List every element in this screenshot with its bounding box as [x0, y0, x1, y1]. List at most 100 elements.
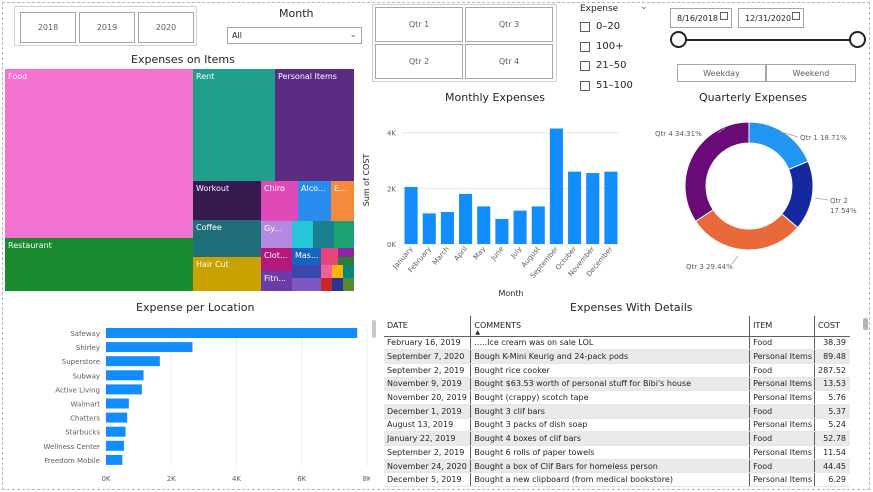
expense-option-100-plus[interactable]: 100+ — [580, 41, 623, 52]
weekday-button[interactable]: Weekday — [677, 64, 766, 82]
checkbox[interactable] — [580, 41, 590, 52]
quarter-button-q2[interactable]: Qtr 2 — [375, 44, 463, 79]
treemap-tile-small-12[interactable] — [321, 278, 332, 291]
date-slider-track[interactable] — [678, 39, 858, 41]
date-slider-start-handle[interactable] — [670, 31, 687, 48]
date-slider-end-handle[interactable] — [849, 31, 866, 48]
treemap-tile-restaurant[interactable]: Restaurant — [5, 238, 193, 291]
expense-option-51-100[interactable]: 51–100 — [580, 80, 633, 91]
treemap-tile-small-14[interactable] — [343, 278, 354, 291]
column-header-date[interactable]: DATE — [384, 316, 471, 337]
treemap-tile-small-11[interactable] — [343, 265, 354, 278]
bar-freedom-mobile[interactable] — [106, 454, 123, 465]
calendar-icon[interactable] — [720, 12, 728, 20]
treemap-tile-workout[interactable]: Workout — [193, 181, 261, 220]
donut-slice-qtr-3[interactable] — [694, 209, 799, 251]
treemap-tile-fitness[interactable]: Fitn... — [261, 271, 292, 291]
column-header-comments[interactable]: COMMENTS ▲ — [470, 316, 750, 337]
bar-superstore[interactable] — [106, 356, 160, 367]
calendar-icon[interactable] — [792, 12, 800, 20]
sort-ascending-icon[interactable]: ▲ — [475, 329, 480, 336]
year-button-2019[interactable]: 2019 — [79, 12, 135, 43]
bar-chatters[interactable] — [106, 412, 128, 423]
checkbox[interactable] — [580, 21, 590, 32]
bar-shirley[interactable] — [106, 342, 193, 353]
table-row[interactable]: January 22, 2019 Bought 4 boxes of clif b… — [384, 431, 850, 446]
cell-comments: .....Ice cream was on sale LOL — [470, 336, 750, 351]
quarter-button-q4[interactable]: Qtr 4 — [465, 44, 553, 79]
treemap-tile-gym[interactable]: Gy... — [261, 221, 292, 248]
bar-august[interactable] — [531, 206, 545, 244]
table-row[interactable]: December 5, 2019 Bought a new clipboard (… — [384, 472, 850, 488]
month-dropdown[interactable]: All ⌄ — [227, 27, 362, 44]
treemap-tile-rent[interactable]: Rent — [193, 69, 275, 181]
bar-february[interactable] — [422, 213, 436, 244]
treemap-tile-small-10[interactable] — [332, 265, 343, 278]
treemap-tile-small-2[interactable] — [313, 221, 334, 248]
treemap-tile-coffee[interactable]: Coffee — [193, 220, 261, 257]
bar-safeway[interactable] — [106, 328, 358, 338]
treemap-tile-personal-items[interactable]: Personal Items — [275, 69, 354, 181]
year-button-2018[interactable]: 2018 — [20, 12, 76, 43]
expense-option-21-50[interactable]: 21–50 — [580, 60, 626, 71]
treemap-tile-clothing[interactable]: Clot... — [261, 248, 292, 271]
bar-subway[interactable] — [106, 370, 144, 381]
bar-october[interactable] — [568, 171, 582, 244]
treemap-tile-small-13[interactable] — [332, 278, 343, 291]
bar-wellness-center[interactable] — [106, 440, 124, 451]
column-header-cost[interactable]: COST — [813, 316, 850, 337]
table-scrollbar[interactable] — [863, 318, 868, 330]
treemap-tile-small-5[interactable] — [338, 248, 354, 257]
weekend-button[interactable]: Weekend — [766, 64, 856, 82]
table-row[interactable]: February 16, 2019 .....Ice cream was on s… — [384, 336, 850, 351]
quarter-button-q1[interactable]: Qtr 1 — [375, 7, 463, 42]
x-tick-label: April — [453, 245, 469, 262]
treemap-tile-chiro[interactable]: Chiro — [261, 181, 298, 221]
bar-june[interactable] — [495, 218, 509, 244]
bar-november[interactable] — [586, 173, 600, 244]
table-row[interactable]: November 24, 2020 Bought a box of Clif Ba… — [384, 459, 850, 474]
option-label: 100+ — [596, 41, 624, 52]
treemap-tile-small-1[interactable] — [292, 221, 313, 248]
bar-july[interactable] — [513, 210, 527, 244]
treemap-tile-small-9[interactable] — [321, 265, 332, 278]
treemap-tile-small-7[interactable] — [292, 265, 321, 278]
treemap-tile-food[interactable]: Food — [5, 69, 193, 238]
bar-march[interactable] — [440, 212, 454, 244]
quarter-button-q3[interactable]: Qtr 3 — [465, 7, 553, 42]
bar-may[interactable] — [477, 206, 491, 244]
end-date-input[interactable]: 12/31/2020 — [738, 8, 804, 28]
donut-slice-qtr-1[interactable] — [748, 121, 809, 171]
table-row[interactable]: September 2, 2019 Bought 6 rolls of paper… — [384, 445, 850, 460]
bar-walmart[interactable] — [106, 398, 129, 409]
table-row[interactable]: September 7, 2020 Bough K-Mini Keurig and… — [384, 349, 850, 364]
bar-starbucks[interactable] — [106, 426, 126, 437]
treemap-tile-small-4[interactable] — [321, 248, 338, 265]
treemap-tile-alcohol[interactable]: Alco... — [298, 181, 331, 221]
chevron-down-icon[interactable]: ⌄ — [640, 2, 648, 12]
table-row[interactable]: December 1, 2019 Bought 3 clif bars Food 5.… — [384, 404, 850, 419]
treemap-tile-small-8[interactable] — [292, 278, 321, 291]
expense-option-0-20[interactable]: 0–20 — [580, 21, 620, 32]
table-row[interactable]: August 13, 2019 Bought 3 packs of dish so… — [384, 418, 850, 433]
table-row[interactable]: November 9, 2019 Bought $63.53 worth of p… — [384, 377, 850, 392]
start-date-input[interactable]: 8/16/2018 — [670, 8, 732, 28]
bar-active-living[interactable] — [106, 384, 142, 395]
checkbox[interactable] — [580, 80, 590, 91]
treemap-tile-hair-cut[interactable]: Hair Cut — [193, 257, 261, 291]
checkbox[interactable] — [580, 60, 590, 71]
column-header-item[interactable]: ITEM — [749, 316, 815, 337]
year-button-2020[interactable]: 2020 — [138, 12, 194, 43]
table-row[interactable]: September 2, 2019 Bought rice cooker Food 2… — [384, 363, 850, 378]
bar-december[interactable] — [604, 171, 618, 244]
y-axis-title: Sum of COST — [362, 154, 371, 207]
bar-january[interactable] — [404, 186, 418, 244]
treemap-tile-small-6[interactable] — [338, 257, 354, 265]
treemap-tile-massage[interactable]: Mas... — [292, 248, 321, 265]
table-scrollbar-left[interactable] — [372, 320, 376, 338]
bar-april[interactable] — [459, 193, 473, 244]
bar-september[interactable] — [549, 128, 563, 244]
table-row[interactable]: November 20, 2019 Bought (crappy) scotch … — [384, 390, 850, 405]
treemap-tile-small-3[interactable] — [334, 221, 354, 248]
treemap-tile-e[interactable]: E... — [331, 181, 354, 221]
